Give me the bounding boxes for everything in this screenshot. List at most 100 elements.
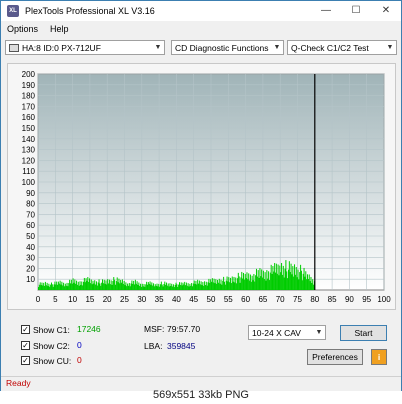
drive-select[interactable]: HA:8 ID:0 PX-712UF ▼ [5,40,165,55]
c1-bar [310,276,312,290]
c1-bar [217,279,219,290]
c1-bar [290,263,292,290]
c1-bar [195,280,197,290]
c1-bar [281,262,283,290]
x-tick-label: 50 [207,295,216,304]
test-select[interactable]: Q-Check C1/C2 Test ▼ [287,40,397,55]
c1-bar [308,274,310,290]
x-tick-label: 45 [189,295,198,304]
c1-bar [217,282,219,290]
c1-bar [82,281,84,290]
c1-bar [307,274,309,290]
c1-bar [169,283,171,290]
x-tick-label: 5 [53,295,58,304]
c1-bar [301,280,303,290]
c1-bar [303,267,305,290]
speed-select[interactable]: 10-24 X CAV ▼ [248,325,326,340]
c1-bar [306,279,308,290]
c1-bar [209,282,211,290]
c1-bar [82,285,84,290]
c1-bar [148,283,150,290]
c1-bar [63,286,65,290]
c1-bar [50,282,52,290]
show-c2-checkbox[interactable]: ✓ Show C2: [21,339,70,352]
c1-bar [164,281,166,290]
c1-bar [243,279,245,290]
c1-bar [140,283,142,290]
c1-bar [261,269,263,290]
c1-bar [282,265,284,290]
c1-bar [104,283,106,290]
x-tick-label: 75 [293,295,302,304]
c1-bar [283,277,285,290]
c1-bar [134,279,136,290]
preferences-button[interactable]: Preferences [307,349,363,365]
checkbox-checked-icon: ✓ [21,341,30,350]
c1-bar [214,283,216,290]
c1-bar [114,279,116,290]
c1-bar [166,282,168,290]
msf-value: 79:57.70 [167,324,201,334]
c1-bar [236,278,238,290]
c1-bar [203,285,205,290]
c1-bar [133,280,135,290]
c1-count: 17246 [77,324,101,334]
c1-bar [142,286,144,290]
c1-bar [161,284,163,290]
c1-bar [249,274,251,290]
c1-bar [258,277,260,290]
c1-bar [109,284,111,290]
c1-bar [132,283,134,290]
function-select[interactable]: CD Diagnostic Functions ▼ [171,40,284,55]
c1-bar [307,278,309,290]
c1-bar [200,281,202,290]
c1-bar [95,284,97,290]
c1-bar [158,283,160,290]
lba-label: LBA: [144,341,163,351]
menu-help[interactable]: Help [50,24,69,34]
c1-bar [277,264,279,290]
c1-bar [241,271,243,290]
c1-bar [242,278,244,290]
c1-bar [255,275,257,290]
c1-bar [216,283,218,290]
c1-bar [60,284,62,290]
c1-bar [198,283,200,290]
maximize-button[interactable]: ☐ [341,1,371,21]
start-button[interactable]: Start [340,325,387,341]
c1-bar [127,283,129,290]
c1-bar [191,286,193,290]
c1-bar [44,285,46,290]
chevron-down-icon: ▼ [273,44,281,51]
y-tick-label: 10 [26,275,35,284]
minimize-button[interactable]: — [311,1,341,21]
menu-options[interactable]: Options [7,24,38,34]
c1-bar [63,282,65,290]
c1-bar [230,277,232,290]
c1-bar [176,284,178,290]
c1-bar [202,282,204,290]
c1-bar [173,287,175,290]
close-button[interactable]: ✕ [371,1,401,21]
c1-bar [221,284,223,290]
x-tick-label: 70 [276,295,285,304]
c1-bar [87,277,89,290]
c1-bar [159,284,161,290]
c1-bar [136,281,138,290]
c1-bar [128,283,130,290]
c1-bar [102,279,104,290]
c1-bar [43,282,45,290]
c1-bar [79,281,81,290]
chevron-down-icon: ▼ [154,44,162,51]
info-button[interactable]: i [371,349,387,365]
y-tick-label: 90 [26,189,35,198]
c1-bar [272,266,274,290]
c1-bar [95,281,97,290]
c1-bar [276,273,278,290]
c1-bar [305,271,307,290]
show-cu-checkbox[interactable]: ✓ Show CU: [21,354,71,367]
show-c1-checkbox[interactable]: ✓ Show C1: [21,323,70,336]
c1-bar [233,276,235,290]
menu-bar: Options Help [1,22,401,36]
c1-bar [52,286,54,290]
